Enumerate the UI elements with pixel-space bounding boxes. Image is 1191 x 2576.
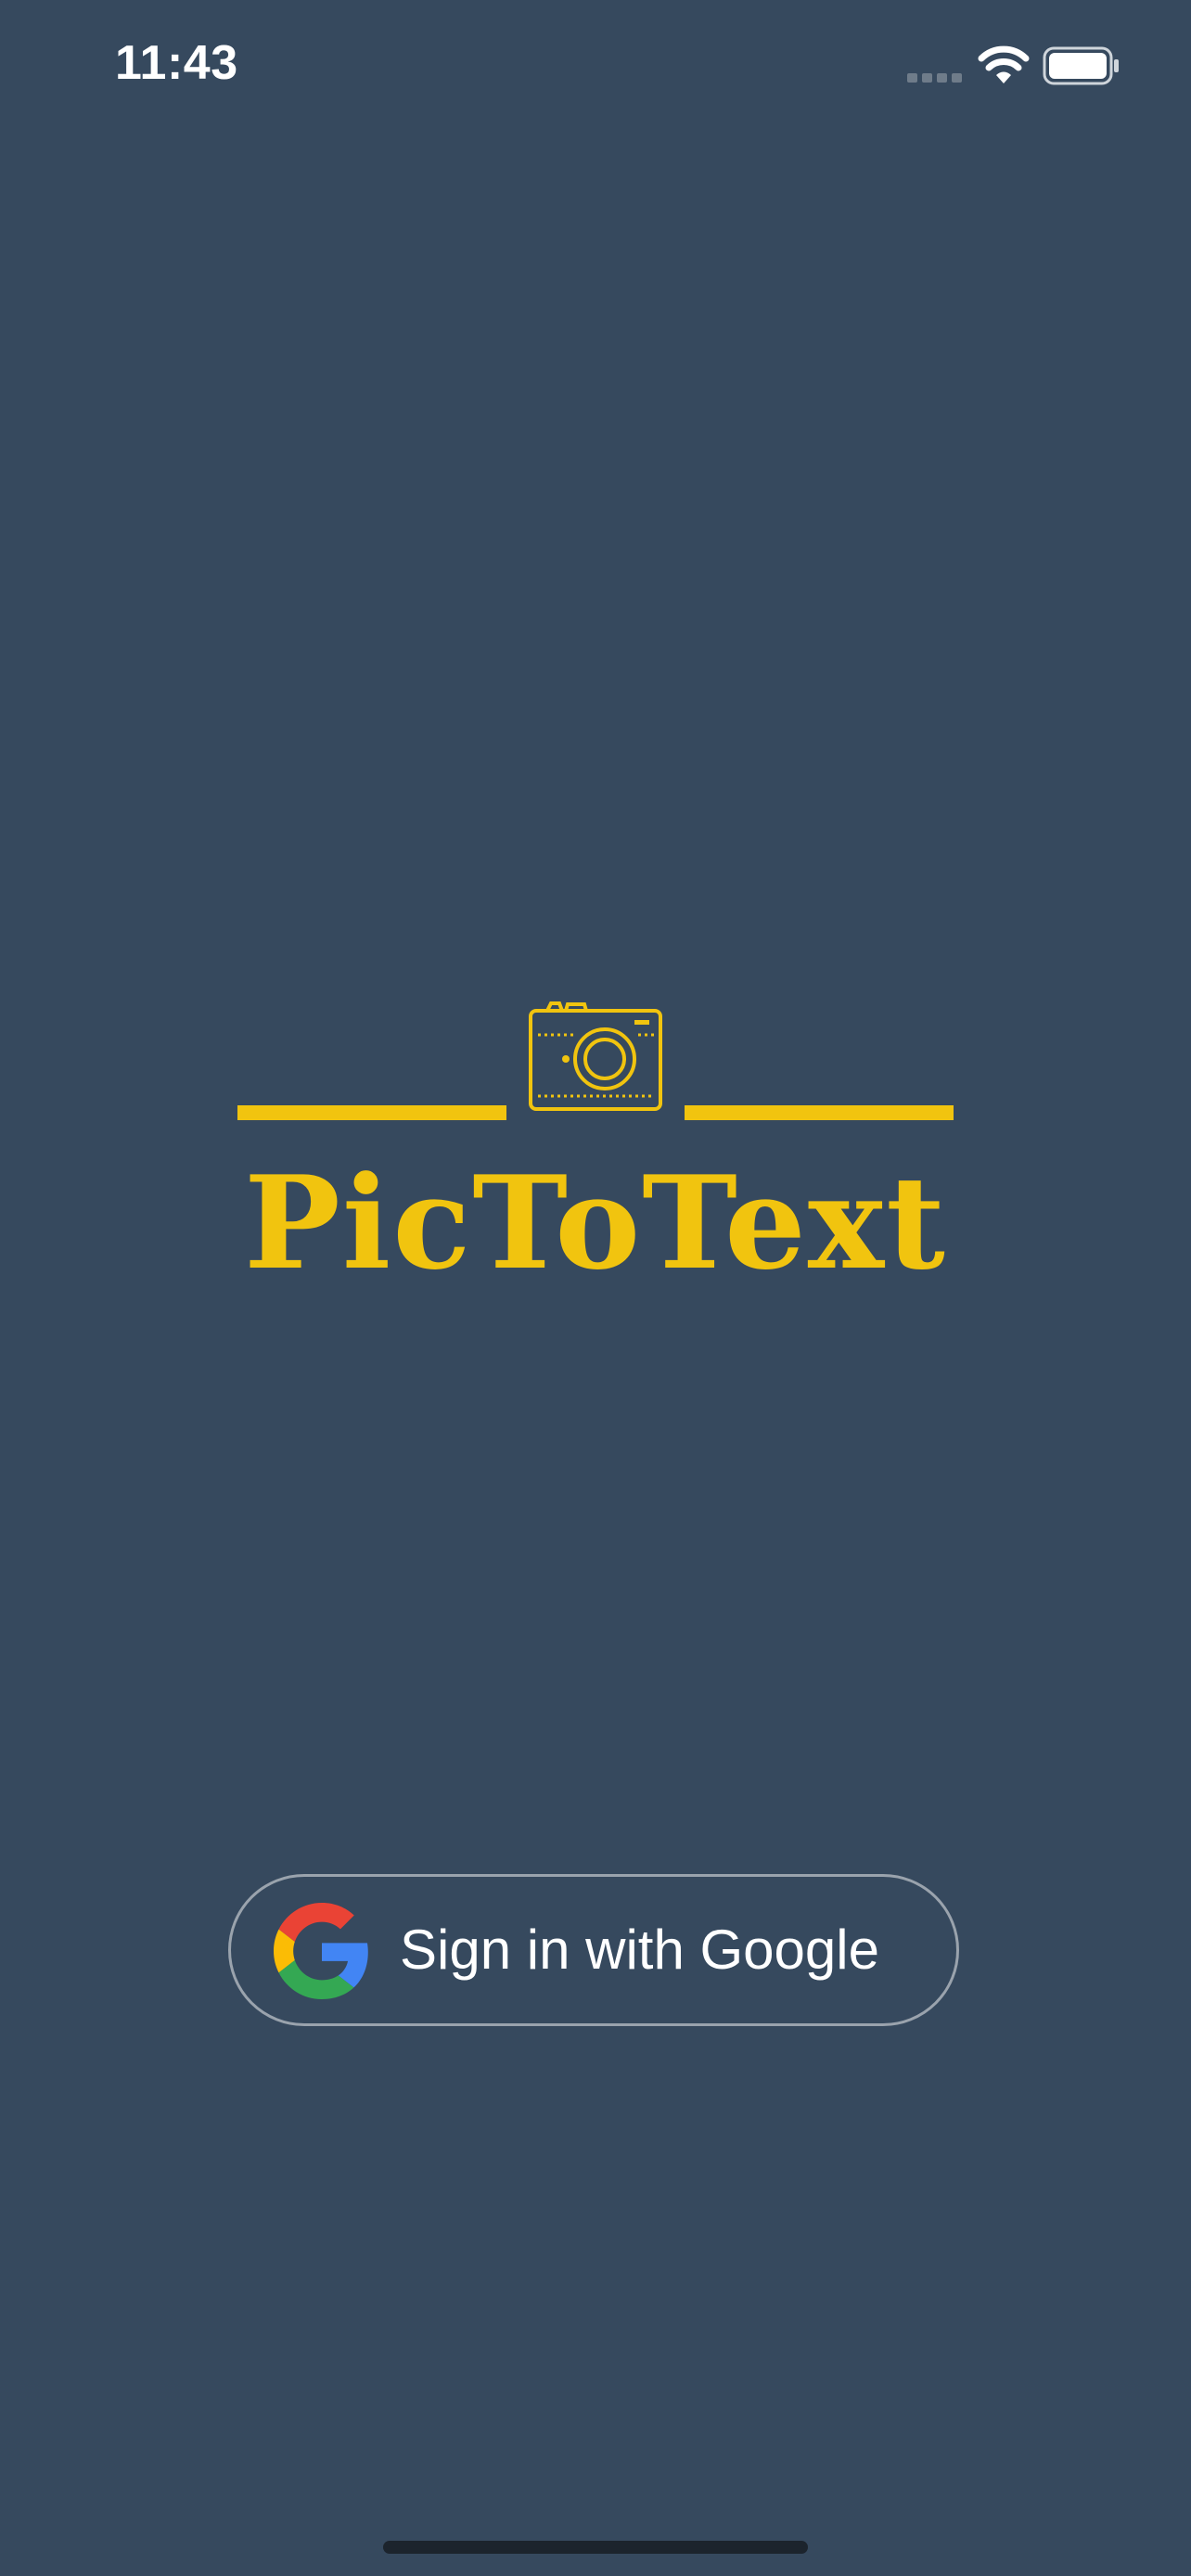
cellular-signal-icon	[907, 73, 962, 83]
logo-rule-right	[685, 1105, 954, 1120]
battery-icon	[1043, 46, 1119, 85]
app-title: PicToText	[244, 1147, 947, 1298]
status-time: 11:43	[115, 36, 238, 90]
google-g-icon	[274, 1903, 368, 1999]
app-logo: PicToText	[237, 1001, 954, 1307]
camera-icon	[529, 1001, 662, 1111]
wifi-icon	[978, 45, 1030, 83]
home-indicator[interactable]	[383, 2541, 808, 2554]
status-bar: 11:43	[0, 0, 1191, 139]
logo-rule-left	[237, 1105, 506, 1120]
google-sign-in-label: Sign in with Google	[400, 1919, 879, 1981]
google-sign-in-button[interactable]: Sign in with Google	[228, 1874, 959, 2026]
